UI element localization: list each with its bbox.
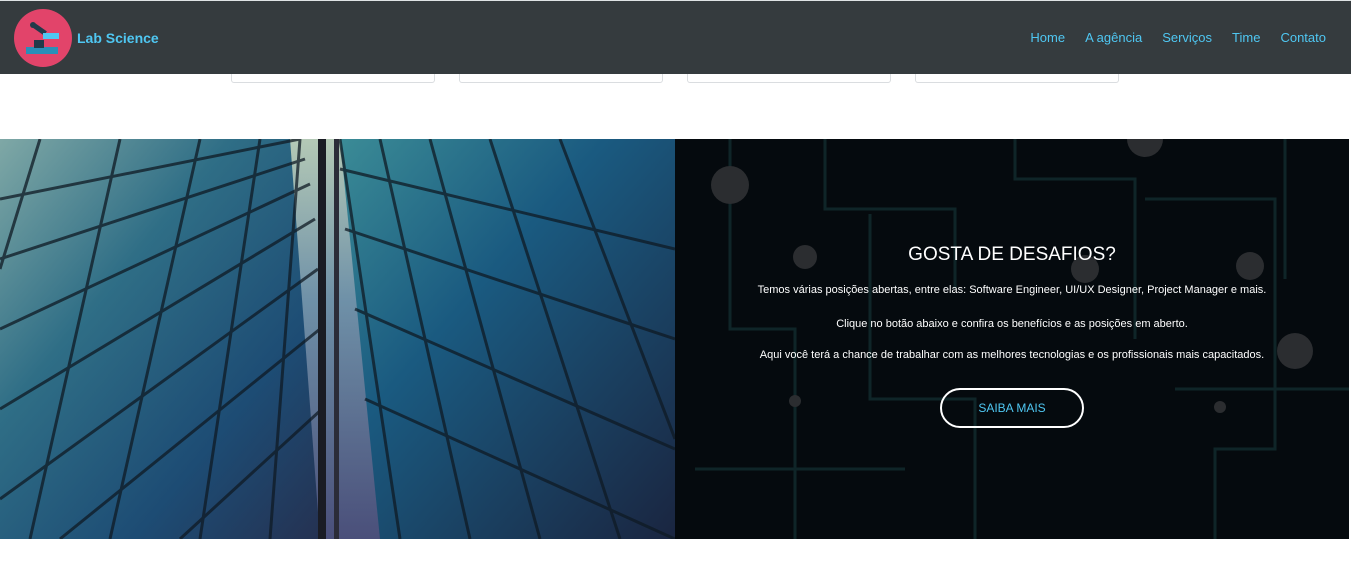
- main-nav: Home A agência Serviços Time Contato: [1030, 29, 1326, 47]
- careers-content: GOSTA DE DESAFIOS? Temos várias posições…: [675, 139, 1349, 539]
- nav-link-home[interactable]: Home: [1030, 30, 1065, 45]
- careers-title: GOSTA DE DESAFIOS?: [908, 244, 1116, 265]
- brand-name[interactable]: Lab Science: [77, 29, 159, 47]
- nav-link-time[interactable]: Time: [1232, 30, 1260, 45]
- careers-text-positions: Temos várias posições abertas, entre ela…: [757, 284, 1267, 296]
- building-photo: [0, 139, 675, 539]
- saiba-mais-button[interactable]: SAIBA MAIS: [940, 388, 1084, 428]
- navbar: Lab Science Home A agência Serviços Time…: [0, 0, 1351, 74]
- microscope-icon: [26, 22, 59, 54]
- careers-panel: GOSTA DE DESAFIOS? Temos várias posições…: [675, 139, 1349, 539]
- logo[interactable]: [14, 9, 72, 67]
- nav-link-contato[interactable]: Contato: [1280, 30, 1326, 45]
- careers-text-benefits: Clique no botão abaixo e confira os bene…: [836, 318, 1188, 330]
- careers-text-opportunity: Aqui você terá a chance de trabalhar com…: [759, 349, 1265, 361]
- nav-link-servicos[interactable]: Serviços: [1162, 30, 1212, 45]
- nav-link-agencia[interactable]: A agência: [1085, 30, 1142, 45]
- careers-section: GOSTA DE DESAFIOS? Temos várias posições…: [0, 139, 1349, 539]
